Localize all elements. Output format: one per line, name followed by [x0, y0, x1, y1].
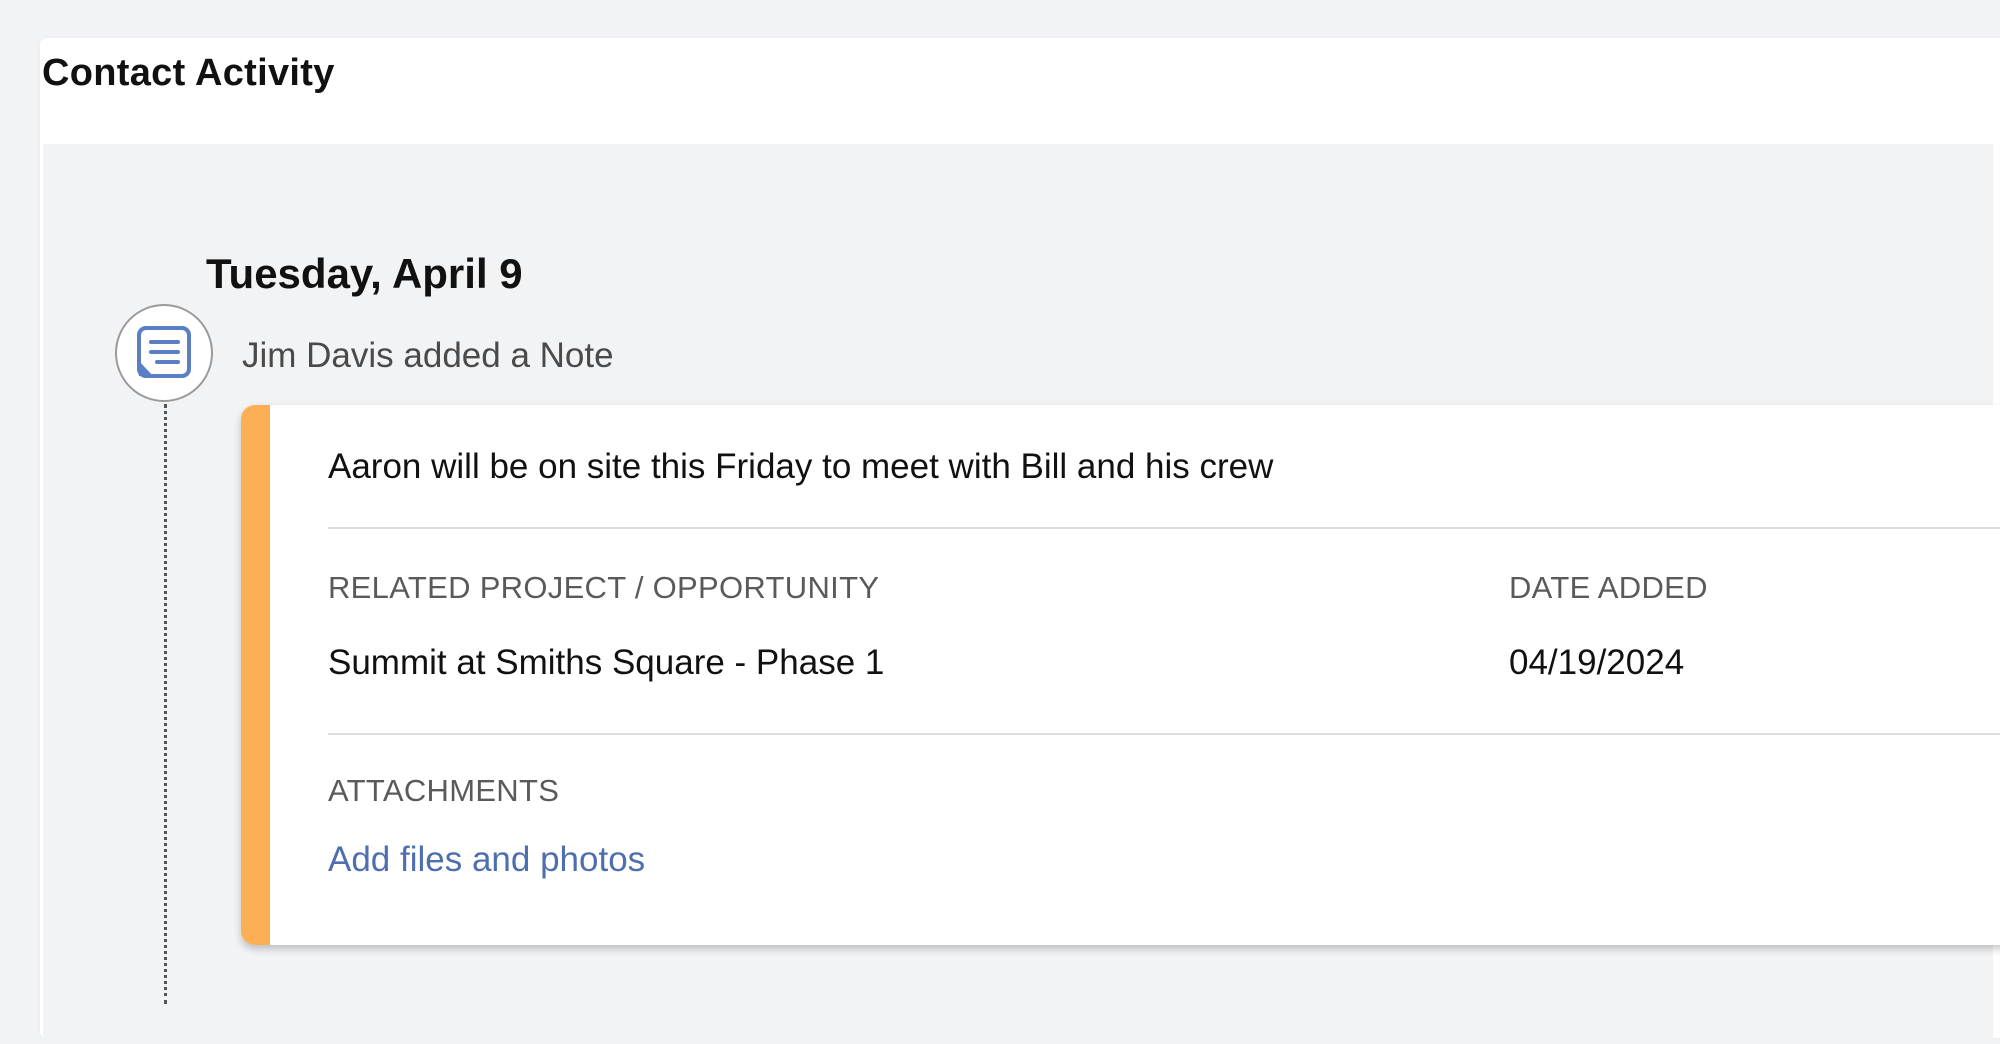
divider: [328, 733, 2000, 735]
timeline-connector: [164, 404, 167, 1004]
related-project-value: Summit at Smiths Square - Phase 1: [328, 643, 885, 682]
note-card: Aaron will be on site this Friday to mee…: [241, 405, 2000, 945]
date-added-label: DATE ADDED: [1509, 570, 1708, 605]
divider: [328, 527, 2000, 529]
day-heading: Tuesday, April 9: [206, 250, 523, 297]
panel-title: Contact Activity: [42, 52, 335, 94]
activity-description: Jim Davis added a Note: [242, 336, 614, 375]
note-badge: [115, 304, 213, 402]
date-added-value: 04/19/2024: [1509, 643, 1685, 682]
note-accent-bar: [241, 405, 270, 945]
related-project-label: RELATED PROJECT / OPPORTUNITY: [328, 570, 880, 605]
add-files-link[interactable]: Add files and photos: [328, 840, 645, 880]
note-text: Aaron will be on site this Friday to mee…: [328, 447, 1274, 486]
attachments-label: ATTACHMENTS: [328, 773, 560, 808]
note-icon: [137, 326, 191, 378]
